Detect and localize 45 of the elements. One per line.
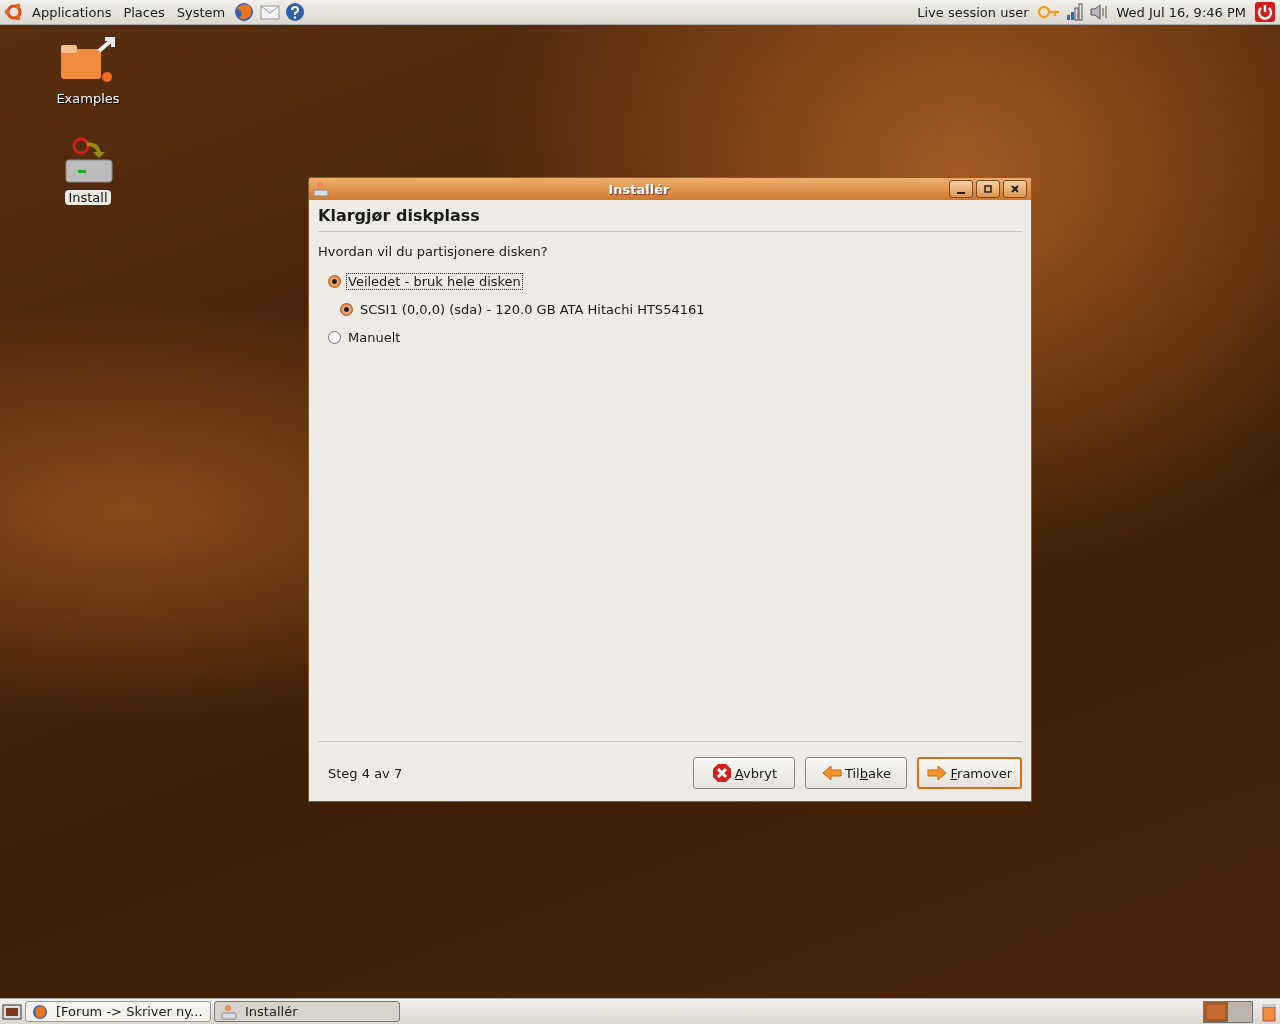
step-indicator: Steg 4 av 7 [327, 765, 403, 781]
taskbar-button[interactable]: Installér [214, 1001, 400, 1022]
right-arrow-icon [927, 764, 948, 782]
minimize-button[interactable] [949, 180, 973, 198]
close-icon [1010, 184, 1020, 194]
desktop-icon-label[interactable]: Install [65, 190, 111, 205]
power-icon[interactable] [1254, 1, 1276, 23]
minimize-icon [957, 191, 965, 194]
left-arrow-icon [821, 764, 842, 782]
radio-button[interactable] [340, 302, 353, 316]
workspace-switcher-item[interactable] [1228, 1001, 1252, 1022]
show-desktop-icon[interactable] [2, 1002, 22, 1021]
panel-menu[interactable]: Places [119, 4, 169, 20]
page-heading: Klargjør diskplass [318, 206, 1022, 232]
installer-drive-icon[interactable] [63, 136, 113, 186]
dialog-button[interactable]: Avbryt [693, 757, 796, 789]
workspace-switcher-item[interactable] [1204, 1001, 1228, 1022]
taskbar-button[interactable]: [Forum -> Skriver ny... [25, 1001, 211, 1022]
desktop-icon-label[interactable]: Examples [53, 91, 123, 106]
panel-menu[interactable]: System [172, 4, 230, 20]
globe-browser-icon [32, 1003, 48, 1020]
help-icon[interactable] [285, 2, 306, 22]
dialog-button[interactable]: Framover [917, 757, 1022, 789]
globe-browser-icon[interactable] [233, 1, 256, 23]
maximize-icon [983, 184, 993, 194]
option-label[interactable]: Manuelt [346, 328, 403, 346]
clock[interactable]: Wed Jul 16, 9:46 PM [1112, 4, 1250, 20]
window-title: Installér [607, 181, 671, 197]
cancel-icon [711, 763, 732, 783]
speaker-icon[interactable] [1088, 3, 1109, 21]
panel-menu[interactable]: Applications [28, 4, 116, 20]
maximize-button[interactable] [976, 180, 1000, 198]
option-label[interactable]: Veiledet - bruk hele disken [346, 272, 523, 290]
close-button[interactable] [1003, 180, 1027, 198]
installer-app-icon [313, 181, 329, 197]
ubuntu-logo-icon[interactable] [4, 2, 24, 22]
installer-app-icon [221, 1003, 237, 1020]
radio-button[interactable] [328, 330, 341, 344]
session-user[interactable]: Live session user [913, 4, 1033, 20]
signal-bars-icon[interactable] [1064, 3, 1085, 21]
question-text: Hvordan vil du partisjonere disken? [318, 244, 549, 259]
radio-button[interactable] [328, 274, 341, 288]
dialog-button[interactable]: Tilbake [805, 757, 908, 789]
trash-icon[interactable] [1260, 1001, 1278, 1022]
option-label[interactable]: SCSI1 (0,0,0) (sda) - 120.0 GB ATA Hitachi HTS54161 [358, 300, 707, 318]
